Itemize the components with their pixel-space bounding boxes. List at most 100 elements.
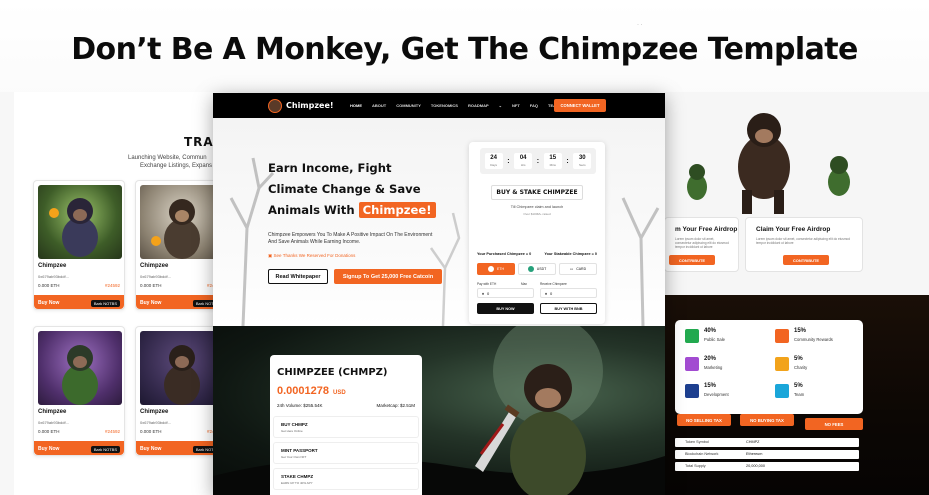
chimp-logo-icon[interactable] — [268, 99, 282, 113]
allocation-item: 40% Public Sale — [685, 327, 767, 345]
bid-button[interactable]: Bark NOTBS — [90, 300, 120, 307]
usdt-icon — [527, 266, 534, 272]
airdrop-card: Claim Your Free Airdrop Lorem ipsum dolo… — [745, 217, 863, 272]
token-marketcap: Marketcap: $2.51M — [376, 403, 415, 408]
chimp-illustration-icon — [687, 113, 850, 214]
hero-line-1: Earn Income, Fight — [268, 161, 392, 175]
signup-button[interactable]: Signup To Get 25,000 Free Catcoin — [334, 269, 442, 284]
timer-value: 15 — [549, 155, 557, 161]
allocation-swatch — [775, 329, 789, 343]
presale-widget: 24 Days : 04 Hrs : 15 Mins : 30 Secs BUY & S… — [469, 142, 605, 324]
airdrop-title: Claim Your Free Airdrop — [756, 226, 831, 233]
allocation-pct: 40% — [704, 328, 717, 334]
buy-now-button[interactable]: BUY NOW — [477, 303, 534, 314]
item-title: BUY CHMPZ — [281, 422, 308, 427]
timer-value: 30 — [578, 155, 586, 161]
nft-card[interactable]: Chimpzee 0x679ab93bddf... 0.000 ETH #245… — [33, 326, 125, 456]
nft-image — [140, 185, 224, 259]
hero-heading: Earn Income, Fight Climate Change & Save… — [268, 158, 458, 221]
timer-value: 04 — [519, 155, 527, 161]
mint-passport-link[interactable]: MINT PASSPORT Get Your Own NFT — [274, 443, 418, 463]
receive-label: Receive Chimpzee — [540, 282, 567, 286]
nav-about[interactable]: ABOUT — [372, 103, 386, 108]
token-card-button[interactable]: ▭ CARD — [559, 263, 597, 275]
allocation-pct: 5% — [794, 356, 803, 362]
allocation-pct: 20% — [704, 356, 717, 362]
connect-wallet-button[interactable]: CONNECT WALLET — [554, 99, 606, 112]
token-usdt-button[interactable]: USDT — [518, 263, 556, 275]
nav-roadmap[interactable]: ROADMAP — [468, 103, 489, 108]
buy-now-button[interactable]: Buy Now — [38, 300, 59, 306]
roadmap-line-1: Launching Website, Commun — [128, 155, 207, 161]
nft-price: 0.000 ETH — [38, 283, 60, 288]
table-row: Blockchain Network Ethereum — [675, 450, 859, 459]
nav-faq[interactable]: FAQ — [530, 103, 538, 108]
nav-home[interactable]: HOME — [350, 103, 362, 108]
token-currency: USD — [333, 390, 346, 396]
countdown-timer: 24 Days : 04 Hrs : 15 Mins : 30 Secs — [480, 148, 596, 174]
contribute-button[interactable]: CONTRIBUTE — [783, 255, 829, 265]
nft-alt-price: #24592 — [104, 429, 120, 434]
tax-badge: NO FEES — [805, 418, 863, 430]
nav-tokenomics[interactable]: TOKENOMICS — [431, 103, 458, 108]
buy-with-bnb-button[interactable]: BUY WITH BNB — [540, 303, 597, 314]
pay-amount-input[interactable]: ♦ 0 — [477, 288, 534, 298]
item-sub: EARN UP TO 40% APY — [281, 481, 313, 485]
stake-chmpz-link[interactable]: STAKE CHMPZ EARN UP TO 40% APY — [274, 469, 418, 489]
allocation-pct: 15% — [794, 328, 807, 334]
top-nav: Chimpzee! HOME ABOUT COMMUNITY TOKENOMIC… — [213, 93, 665, 118]
item-sub: Get Here Online — [281, 429, 303, 433]
info-key: Token Symbol — [685, 440, 709, 444]
read-whitepaper-button[interactable]: Read Whitepaper — [268, 269, 328, 284]
token-info-table: Token Symbol CHMPZ Blockchain Network Et… — [675, 433, 859, 475]
timer-separator: : — [566, 157, 569, 165]
allocation-swatch — [775, 384, 789, 398]
nav-community[interactable]: COMMUNITY — [396, 103, 421, 108]
buy-chmpz-link[interactable]: BUY CHMPZ Get Here Online — [274, 417, 418, 437]
nft-name: Chimpzee — [140, 263, 169, 269]
brand-name[interactable]: Chimpzee! — [286, 101, 334, 110]
nft-name: Chimpzee — [38, 409, 67, 415]
nft-creator: 0x679ab93bddf... — [140, 420, 171, 425]
allocation-name: Charity — [794, 365, 808, 370]
chimp-token-icon: ♦ — [545, 290, 548, 296]
buy-now-button[interactable]: Buy Now — [140, 300, 161, 306]
timer-value: 24 — [490, 155, 497, 161]
pay-amount-value: 0 — [487, 290, 490, 296]
hero-line-2: Climate Change & Save — [268, 182, 421, 196]
token-name: CHIMPZEE (CHMPZ) — [277, 367, 388, 378]
nft-price: 0.000 ETH — [140, 429, 162, 434]
token-eth-button[interactable]: ETH — [477, 263, 515, 275]
allocation-item: 15% Community Rewards — [775, 327, 857, 345]
allocation-swatch — [685, 384, 699, 398]
stakeable-balance: Your Stakeable Chimpzee = 0 — [544, 252, 597, 256]
buy-now-button[interactable]: Buy Now — [140, 446, 161, 452]
contribute-button[interactable]: CONTRIBUTE — [669, 255, 715, 265]
timer-hours: 04 Hrs — [514, 153, 533, 169]
buy-now-button[interactable]: Buy Now — [38, 446, 59, 452]
eth-icon: ♦ — [482, 290, 485, 296]
decor-dots: · · — [637, 22, 643, 28]
info-value: 20,000,000 — [746, 464, 766, 468]
nft-card[interactable]: Chimpzee 0x679ab93bddf... 0.000 ETH #245… — [33, 180, 125, 310]
table-row: Token Symbol CHMPZ — [675, 438, 859, 447]
widget-raised: Over $100M+ raised — [523, 212, 551, 216]
purchased-balance: Your Purchased Chimpzee = 0 — [477, 252, 532, 256]
receive-amount-input[interactable]: ♦ 0 — [540, 288, 597, 298]
widget-balances: Your Purchased Chimpzee = 0 Your Stakeab… — [477, 252, 597, 256]
hero-highlight: Chimpzee! — [358, 202, 436, 218]
nav-nft[interactable]: NFT — [512, 103, 520, 108]
token-label: USDT — [536, 267, 547, 271]
allocation-swatch — [685, 329, 699, 343]
max-label[interactable]: Max — [521, 282, 527, 286]
allocation-item: 20% Marketing — [685, 355, 767, 373]
pay-label: Pay with ETH — [477, 282, 497, 286]
roadmap-line-2: Exchange Listings, Expans — [140, 163, 213, 169]
widget-subtitle: Till Chimpzee claim and launch — [510, 205, 564, 209]
allocation-pct: 5% — [794, 383, 803, 389]
bid-button[interactable]: Bark NOTBS — [90, 446, 120, 453]
timer-minutes: 15 Mins — [543, 153, 562, 169]
allocation-name: Community Rewards — [794, 337, 833, 342]
donations-link[interactable]: ▣ See Thanks We Reserved For Donations — [268, 253, 355, 259]
donations-link-text: See Thanks We Reserved For Donations — [273, 253, 356, 258]
